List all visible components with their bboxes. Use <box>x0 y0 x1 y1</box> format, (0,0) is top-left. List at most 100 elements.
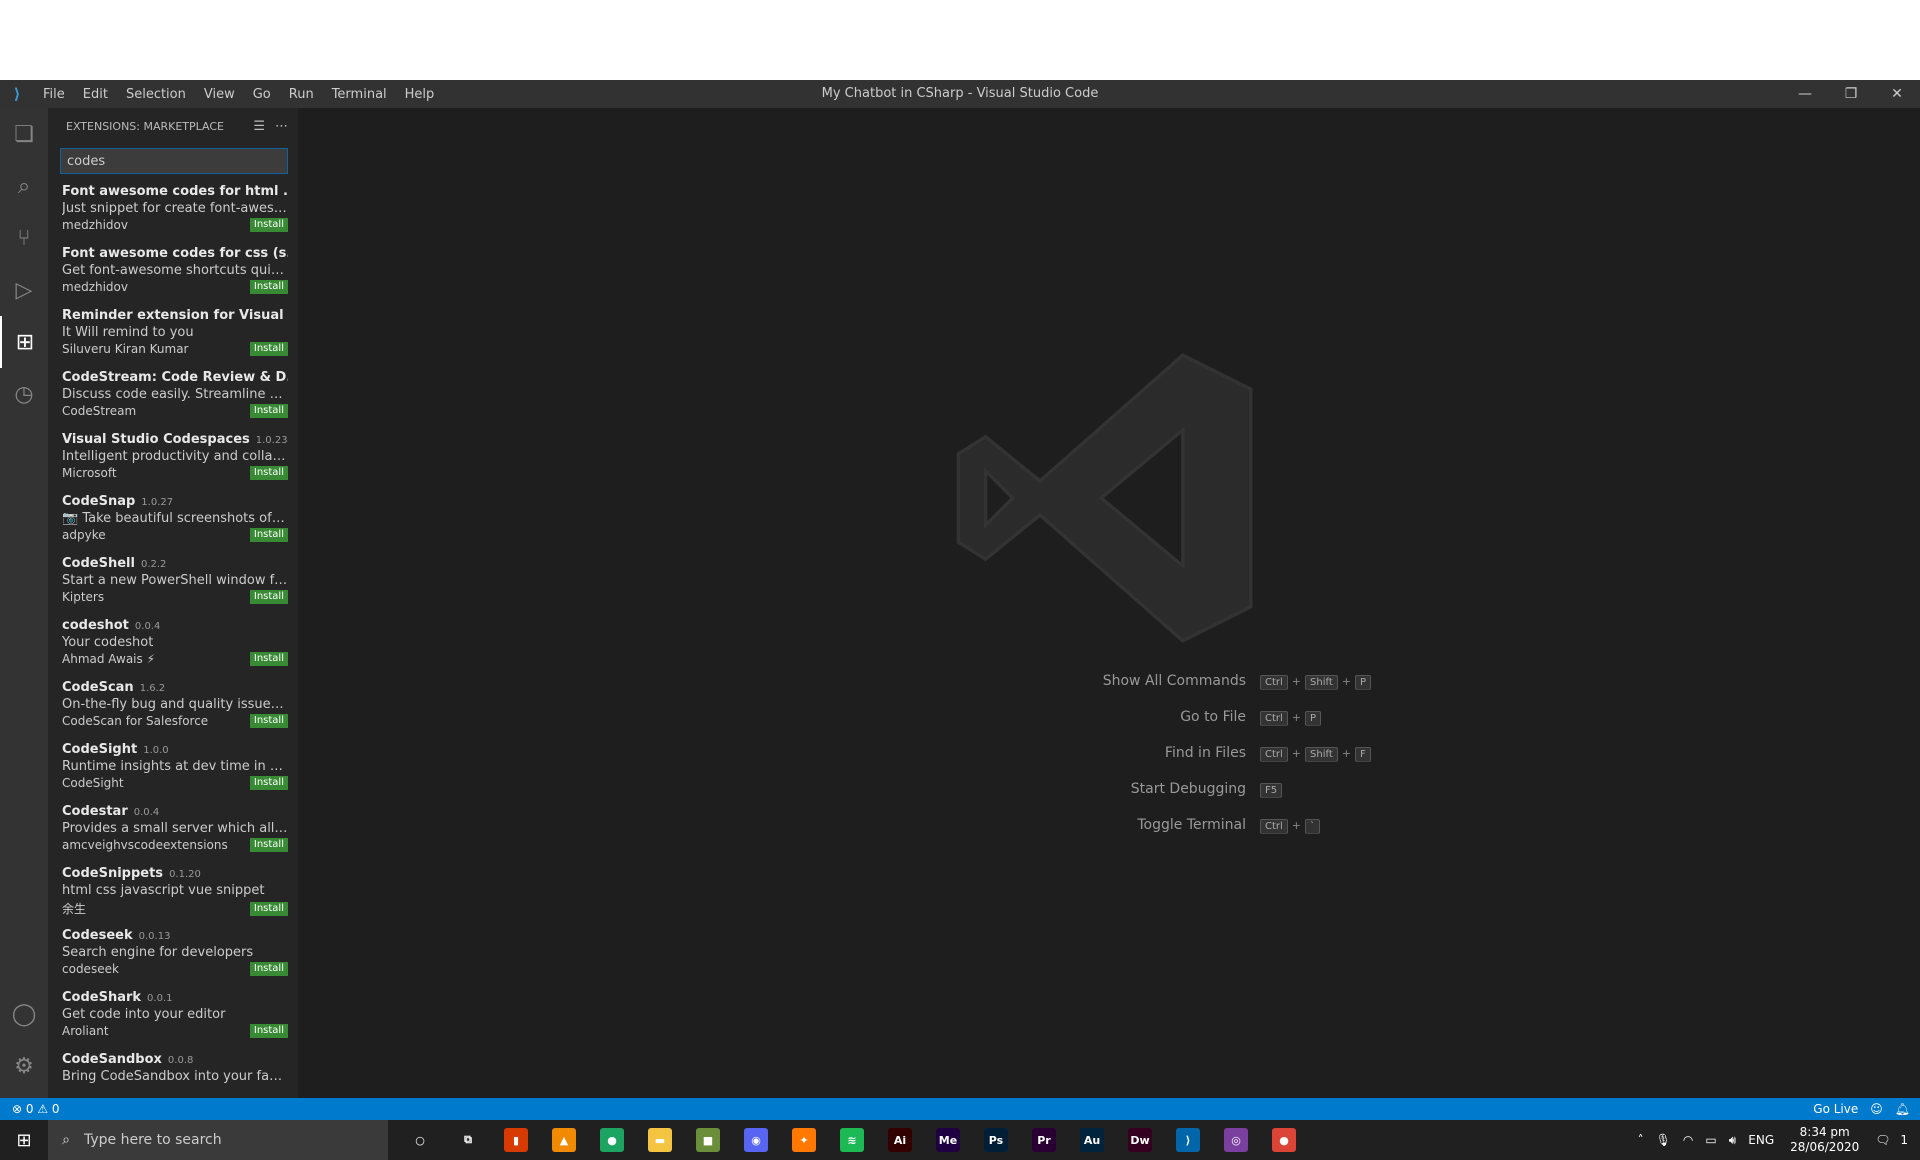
show-hidden-icons-icon[interactable]: ˄ <box>1638 1133 1644 1147</box>
source-control-icon[interactable]: ⑂ <box>0 212 48 264</box>
cortana-icon[interactable]: ○ <box>396 1120 444 1160</box>
install-button[interactable]: Install <box>249 466 288 480</box>
close-icon[interactable]: ✕ <box>1874 80 1920 108</box>
extension-publisher: 余生 <box>62 902 87 916</box>
extension-item[interactable]: CodeShell 0.2.2 Start a new PowerShell win… <box>48 554 298 616</box>
task-view-icon[interactable]: ⧉ <box>444 1120 492 1160</box>
office-icon[interactable]: ▮ <box>492 1120 540 1160</box>
extension-publisher: Ahmad Awais ⚡ <box>62 652 156 666</box>
extension-version: 0.0.8 <box>167 1055 194 1066</box>
spotify-icon[interactable]: ≋ <box>828 1120 876 1160</box>
vlc-glyph: ▲ <box>552 1128 576 1152</box>
install-button[interactable]: Install <box>249 590 288 604</box>
install-button[interactable]: Install <box>249 962 288 976</box>
install-button[interactable]: Install <box>249 1024 288 1038</box>
install-button[interactable]: Install <box>249 838 288 852</box>
taskbar-search-box[interactable]: ⌕ Type here to search <box>48 1120 388 1160</box>
chrome-icon[interactable]: ● <box>588 1120 636 1160</box>
settings-gear-icon[interactable]: ⚙ <box>0 1040 48 1092</box>
premiere-icon[interactable]: Pr <box>1020 1120 1068 1160</box>
menu-item-edit[interactable]: Edit <box>74 87 117 102</box>
install-button[interactable]: Install <box>249 528 288 542</box>
extension-item[interactable]: CodeStream: Code Review & D...8.0.2Discu… <box>48 368 298 430</box>
media-encoder-icon[interactable]: Me <box>924 1120 972 1160</box>
chrome-active-icon[interactable]: ● <box>1260 1120 1308 1160</box>
file-explorer-glyph: ▬ <box>648 1128 672 1152</box>
extension-item[interactable]: CodeSandbox 0.0.8 Bring CodeSandbox into y… <box>48 1050 298 1098</box>
explorer-icon[interactable]: ❏ <box>0 108 48 160</box>
language-indicator[interactable]: ENG <box>1748 1133 1774 1147</box>
clock[interactable]: 8:34 pm 28/06/2020 <box>1790 1125 1859 1155</box>
chrome-glyph: ● <box>600 1128 624 1152</box>
menu-item-go[interactable]: Go <box>244 87 280 102</box>
shortcut-hints: Show All Commands Ctrl + Shift + P Go to File C… <box>938 663 1438 843</box>
extension-description: Discuss code easily. Streamline Code ... <box>62 387 288 402</box>
remote-explorer-icon[interactable]: ◷ <box>0 368 48 420</box>
menu-item-selection[interactable]: Selection <box>117 87 195 102</box>
install-button[interactable]: Install <box>249 652 288 666</box>
audition-icon[interactable]: Au <box>1068 1120 1116 1160</box>
microphone-icon[interactable]: 🎙︎ <box>1656 1133 1671 1147</box>
photoshop-icon[interactable]: Ps <box>972 1120 1020 1160</box>
minimize-icon[interactable]: — <box>1782 80 1828 108</box>
problems-indicator[interactable]: ⊗ 0 ⚠ 0 <box>0 1102 60 1116</box>
avast-icon[interactable]: ✦ <box>780 1120 828 1160</box>
battery-icon[interactable]: ▭ <box>1705 1133 1716 1147</box>
dreamweaver-icon[interactable]: Dw <box>1116 1120 1164 1160</box>
extension-description: html css javascript vue snippet <box>62 883 265 898</box>
vscode-watermark-icon <box>956 353 1253 643</box>
extension-name: codeshot <box>62 618 129 633</box>
extension-item[interactable]: Codeseek 0.0.13 Search engine for develope… <box>48 926 298 988</box>
install-button[interactable]: Install <box>249 218 288 232</box>
extensions-icon[interactable]: ⊞ <box>0 316 48 368</box>
illustrator-icon[interactable]: Ai <box>876 1120 924 1160</box>
windows-start-icon[interactable]: ⊞ <box>0 1120 48 1160</box>
install-button[interactable]: Install <box>249 342 288 356</box>
discord-icon[interactable]: ◉ <box>732 1120 780 1160</box>
search-icon[interactable]: ⌕ <box>0 160 48 212</box>
volume-icon[interactable]: 🔊︎ <box>1729 1133 1737 1148</box>
vscode-taskbar-icon[interactable]: ⟩ <box>1164 1120 1212 1160</box>
feedback-icon[interactable]: ☺ <box>1870 1102 1883 1116</box>
extension-item[interactable]: Visual Studio Codespaces 1.0.2390 Intellig… <box>48 430 298 492</box>
wifi-icon[interactable]: ◠ <box>1683 1133 1693 1147</box>
extension-item[interactable]: CodeSight 1.0.0 Runtime insights at dev ti… <box>48 740 298 802</box>
taskbar-search-placeholder: Type here to search <box>84 1132 222 1148</box>
extensions-sidebar: EXTENSIONS: MARKETPLACE ☰ ⋯ codes Font a… <box>48 108 298 1098</box>
go-live-button[interactable]: Go Live <box>1813 1102 1858 1116</box>
extension-item[interactable]: CodeScan 1.6.2 On-the-fly bug and quality … <box>48 678 298 740</box>
extension-item[interactable]: Font awesome codes for css (s...0.1.1Get… <box>48 244 298 306</box>
extension-name: CodeSandbox <box>62 1052 162 1067</box>
run-debug-icon[interactable]: ▷ <box>0 264 48 316</box>
minecraft-icon[interactable]: ■ <box>684 1120 732 1160</box>
extensions-search-input[interactable]: codes <box>60 148 288 174</box>
notifications-bell-icon[interactable]: 🔔︎ <box>1895 1102 1910 1116</box>
app-circle-icon[interactable]: ◎ <box>1212 1120 1260 1160</box>
install-button[interactable]: Install <box>249 280 288 294</box>
menu-item-run[interactable]: Run <box>280 87 323 102</box>
extension-item[interactable]: CodeSnap 1.0.27 📷 Take beautiful screensho… <box>48 492 298 554</box>
menu-item-terminal[interactable]: Terminal <box>323 87 396 102</box>
install-button[interactable]: Install <box>249 776 288 790</box>
menu-item-help[interactable]: Help <box>396 87 444 102</box>
install-button[interactable]: Install <box>249 901 288 916</box>
extension-item[interactable]: Reminder extension for Visual ...0.0.1It… <box>48 306 298 368</box>
more-actions-icon[interactable]: ⋯ <box>275 119 288 134</box>
extension-item[interactable]: CodeSnippets 0.1.20 html css javascript vu… <box>48 864 298 926</box>
install-button[interactable]: Install <box>249 714 288 728</box>
install-button[interactable]: Install <box>249 404 288 418</box>
menu-item-view[interactable]: View <box>195 87 244 102</box>
extension-name: CodeStream: Code Review & D... <box>62 370 288 385</box>
accounts-icon[interactable]: ◯ <box>0 988 48 1040</box>
filter-icon[interactable]: ☰ <box>253 119 265 134</box>
extension-name: Codestar <box>62 804 128 819</box>
file-explorer-icon[interactable]: ▬ <box>636 1120 684 1160</box>
extension-item[interactable]: codeshot 0.0.4 Your codeshot Ahmad Awais ⚡ I… <box>48 616 298 678</box>
extension-item[interactable]: Font awesome codes for html ...0.0.7Just… <box>48 182 298 244</box>
restore-icon[interactable]: ❐ <box>1828 80 1874 108</box>
menu-item-file[interactable]: File <box>34 87 74 102</box>
vlc-icon[interactable]: ▲ <box>540 1120 588 1160</box>
extension-item[interactable]: CodeShark 0.0.1 Get code into your editor A… <box>48 988 298 1050</box>
action-center-icon[interactable]: 🗨︎ 1 <box>1875 1133 1914 1147</box>
extension-item[interactable]: Codestar 0.0.4 Provides a small server whi… <box>48 802 298 864</box>
